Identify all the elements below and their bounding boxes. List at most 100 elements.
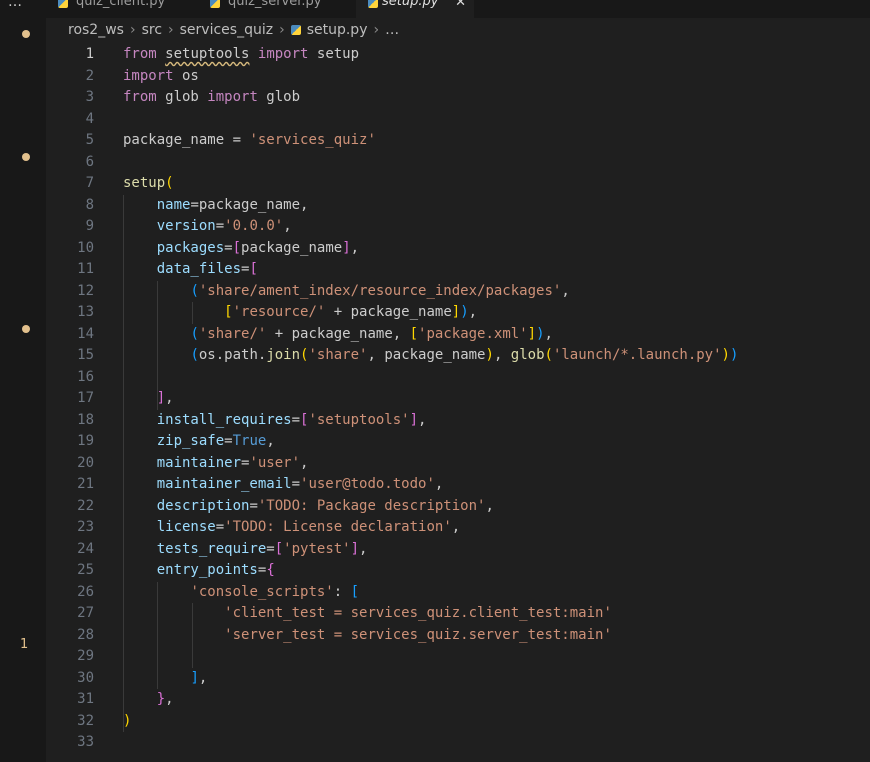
close-tab-icon[interactable]: ✕ [455,0,466,10]
chevron-right-icon: › [168,22,174,38]
code-line[interactable]: license='TODO: License declaration', [123,517,870,539]
line-number: 16 [77,368,94,385]
code-token: 'TODO: License declaration' [224,519,452,535]
indent-guide [157,323,159,345]
code-line[interactable]: tests_require=['pytest'], [123,538,870,560]
code-line[interactable]: name=package_name, [123,194,870,216]
code-line[interactable]: 'server_test = services_quiz.server_test… [123,624,870,646]
line-number: 27 [77,605,94,621]
indent-guide [157,366,159,388]
code-token: } [156,691,166,707]
code-line[interactable]: zip_safe=True, [123,431,870,453]
code-token: + package_name, [266,325,410,342]
code-line[interactable]: ['resource/' + package_name]), [123,302,870,324]
code-token: 'TODO: Package description' [257,497,486,514]
indent-guide [157,667,159,689]
code-token: 'user@todo.todo' [300,476,435,492]
indent-guide [157,280,159,302]
code-token: import [123,67,174,84]
code-token: import [257,46,309,62]
code-line[interactable]: (os.path.join('share', package_name), gl… [123,345,870,367]
code-line[interactable]: ], [123,388,870,410]
code-line[interactable]: packages=[package_name], [123,237,870,259]
chevron-right-icon: › [373,22,380,38]
code-line[interactable]: version='0.0.0', [123,216,870,238]
code-token: , [300,454,309,471]
code-token: ) [536,325,545,342]
code-token: , [359,540,368,557]
code-line[interactable]: setup( [123,173,870,195]
code-line[interactable] [123,109,870,131]
code-line[interactable]: package_name = 'services_quiz' [123,130,870,152]
code-token: ) [485,347,494,363]
code-token: license [156,519,216,535]
python-file-icon [210,0,220,8]
code-line[interactable] [123,646,870,668]
breadcrumb-item[interactable]: src [142,22,162,38]
code-token: = [215,519,225,535]
tab-setup-py[interactable]: setup.py ✕ [356,0,474,18]
code-token: packages [156,239,225,256]
code-line[interactable]: ) [123,710,870,732]
code-token: 'package.xml' [418,325,528,342]
code-token: ( [165,175,174,191]
breadcrumb-item[interactable]: ros2_ws [68,22,124,38]
indent-guide [123,624,124,646]
more-actions-icon[interactable]: … [8,0,23,10]
line-number: 6 [85,153,94,170]
code-line[interactable]: maintainer_email='user@todo.todo', [123,474,870,496]
indent-guide [123,302,124,324]
code-line[interactable]: import os [123,66,870,88]
breadcrumb-item[interactable]: services_quiz [180,22,273,38]
code-line[interactable]: data_files=[ [123,259,870,281]
code-line[interactable] [123,152,870,174]
code-line[interactable]: ], [123,667,870,689]
breadcrumb-item[interactable]: setup.py [307,22,368,38]
line-number: 12 [77,282,94,299]
code-token: ] [342,239,351,256]
line-number: 7 [85,175,94,191]
line-number: 4 [85,110,94,127]
line-number: 29 [77,648,94,664]
code-token: glob [510,347,545,363]
line-number: 22 [77,497,94,514]
code-token: , [198,669,208,686]
code-token: [ [224,304,233,320]
code-token: setuptools [165,46,250,62]
tab-label: quiz_client.py [76,0,166,9]
code-line[interactable]: 'console_scripts': [ [123,581,870,603]
code-editor[interactable]: ros2_ws › src › services_quiz › setup.py ›… 123… [46,18,870,762]
code-line[interactable] [123,732,870,754]
code-line[interactable]: from glob import glob [123,87,870,109]
code-line[interactable]: }, [123,689,870,711]
tab-quiz-server[interactable]: quiz_server.py [196,0,354,18]
code-token: ) [460,304,469,320]
code-line[interactable]: maintainer='user', [123,452,870,474]
indent-guide [123,538,124,560]
indent-guide [191,603,193,625]
code-line[interactable]: ('share/' + package_name, ['package.xml'… [123,323,870,345]
code-token: = [266,540,275,557]
code-line[interactable]: entry_points={ [123,560,870,582]
code-line[interactable]: install_requires=['setuptools'], [123,409,870,431]
code-token: import [207,89,258,105]
code-line[interactable]: ('share/ament_index/resource_index/packa… [123,280,870,302]
modified-dot-icon [22,30,30,38]
code-token: [ [274,540,284,557]
code-line[interactable]: from setuptools import setup [123,44,870,66]
code-line[interactable]: 'client_test = services_quiz.client_test… [123,603,870,625]
breadcrumb-item[interactable]: … [385,22,399,38]
code-lines[interactable]: from setuptools import setup import os fro… [123,44,870,754]
code-line[interactable]: description='TODO: Package description', [123,495,870,517]
line-number: 9 [85,218,94,234]
indent-guide [123,689,124,711]
indent-guide [157,388,159,410]
modified-dot-icon [22,325,30,333]
tab-quiz-client[interactable]: quiz_client.py [46,0,194,18]
problem-count-badge[interactable]: 1 [20,637,28,652]
code-line[interactable] [123,366,870,388]
